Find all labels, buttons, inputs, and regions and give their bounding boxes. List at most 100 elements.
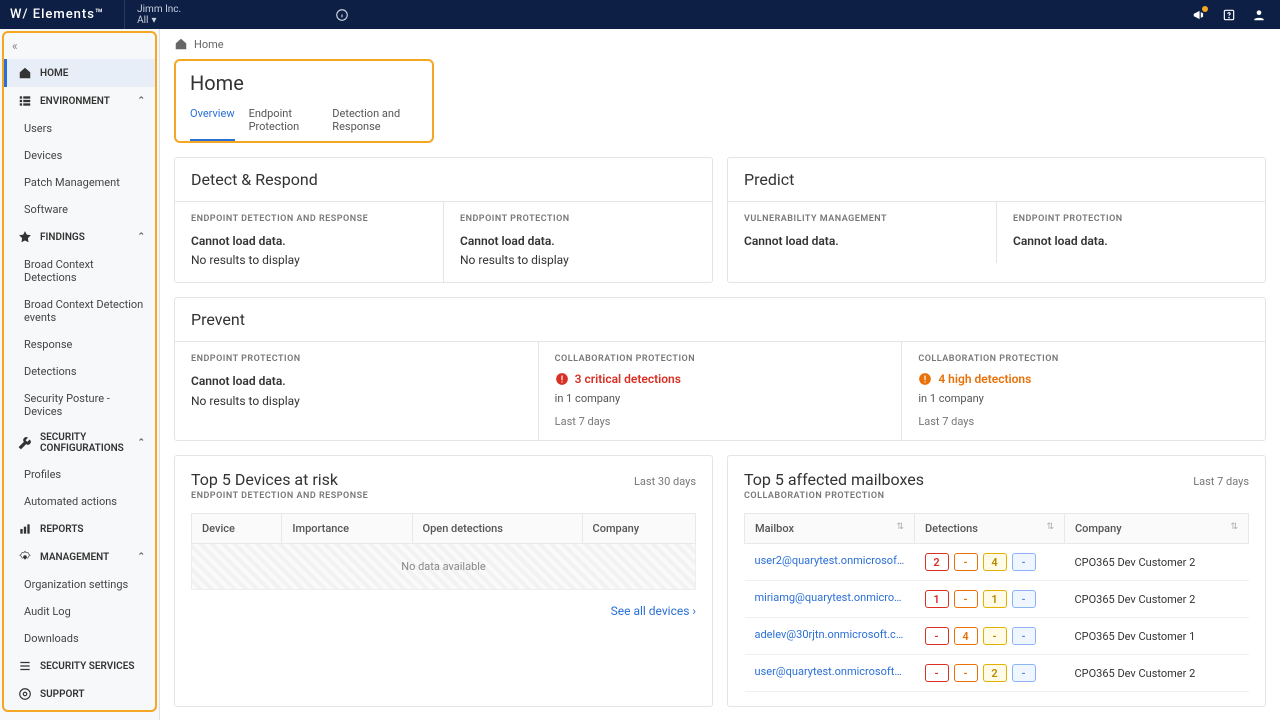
col-importance[interactable]: Importance — [282, 514, 412, 544]
sort-icon[interactable]: ⇅ — [896, 522, 904, 532]
tab-overview[interactable]: Overview — [190, 107, 235, 141]
cell-prevent-collab-high: COLLABORATION PROTECTION 4 high detectio… — [902, 342, 1265, 440]
sidebar-item-devices[interactable]: Devices — [4, 142, 155, 169]
mailbox-link[interactable]: adelev@30rjtn.onmicrosoft.com — [755, 628, 905, 641]
company-cell: CPO365 Dev Customer 2 — [1065, 655, 1249, 692]
mailbox-link[interactable]: miriamg@quarytest.onmicrosof — [755, 591, 905, 604]
gear-icon — [18, 550, 32, 564]
sidebar-section-reports[interactable]: REPORTS — [4, 515, 155, 543]
account-icon[interactable] — [1248, 4, 1270, 26]
sidebar-item-bcd[interactable]: Broad Context Detections — [4, 251, 155, 291]
sidebar-item-patch[interactable]: Patch Management — [4, 169, 155, 196]
sidebar-item-users[interactable]: Users — [4, 115, 155, 142]
page-title: Home — [190, 71, 418, 95]
org-name: Jimm Inc. — [137, 4, 181, 15]
notification-badge — [1202, 6, 1208, 12]
sidebar-collapse-button[interactable]: « — [4, 33, 155, 59]
locked-vuln-mgmt: VULNERABILITY MANAGEMENT No access — [0, 714, 159, 720]
panel-period: Last 30 days — [634, 475, 696, 488]
sidebar-item-detections[interactable]: Detections — [4, 358, 155, 385]
col-company[interactable]: Company — [582, 514, 695, 544]
sidebar-item-home[interactable]: HOME — [4, 59, 155, 87]
mailboxes-table: Mailbox⇅ Detections⇅ Company⇅ user2@quar… — [744, 513, 1249, 692]
org-selector[interactable]: Jimm Inc. All ▾ — [124, 0, 181, 29]
sidebar-item-software[interactable]: Software — [4, 196, 155, 223]
table-row: adelev@30rjtn.onmicrosoft.com -4-- CPO365 … — [745, 618, 1249, 655]
cell-ep2: ENDPOINT PROTECTION Cannot load data. — [997, 202, 1265, 263]
mailbox-link[interactable]: user2@quarytest.onmicrosoft.c — [755, 554, 905, 567]
sidebar-item-downloads[interactable]: Downloads — [4, 625, 155, 652]
severity-pill: - — [1012, 553, 1036, 571]
company-cell: CPO365 Dev Customer 1 — [1065, 618, 1249, 655]
chevron-down-icon: ▾ — [151, 15, 156, 26]
help-icon[interactable] — [1218, 4, 1240, 26]
chevron-up-icon: ⌃ — [137, 232, 145, 242]
sidebar-section-environment[interactable]: ENVIRONMENT⌃ — [4, 87, 155, 115]
see-all-devices-link[interactable]: See all devices › — [611, 604, 696, 618]
support-icon — [18, 687, 32, 701]
tabs: Overview Endpoint Protection Detection a… — [190, 107, 418, 141]
chevron-up-icon: ⌃ — [137, 96, 145, 106]
panel-title: Top 5 Devices at risk — [191, 470, 338, 489]
sidebar-item-auditlog[interactable]: Audit Log — [4, 598, 155, 625]
no-data-row: No data available — [191, 544, 696, 590]
sidebar-item-orgsettings[interactable]: Organization settings — [4, 571, 155, 598]
col-detections[interactable]: Detections⇅ — [915, 514, 1065, 544]
company-cell: CPO365 Dev Customer 2 — [1065, 544, 1249, 581]
severity-pill: 1 — [925, 590, 949, 608]
sidebar-section-services[interactable]: SECURITY SERVICES — [4, 652, 155, 680]
cell-edr: ENDPOINT DETECTION AND RESPONSE Cannot l… — [175, 202, 444, 282]
sidebar-item-profiles[interactable]: Profiles — [4, 461, 155, 488]
high-alert: 4 high detections — [918, 372, 1249, 386]
company-cell: CPO365 Dev Customer 2 — [1065, 581, 1249, 618]
alert-high-icon — [918, 372, 932, 386]
table-row: user2@quarytest.onmicrosoft.c2-4-CPO365 … — [745, 544, 1249, 581]
sidebar-item-response[interactable]: Response — [4, 331, 155, 358]
severity-pill: - — [954, 590, 978, 608]
chart-icon — [18, 522, 32, 536]
cell-prevent-ep: ENDPOINT PROTECTION Cannot load data. No… — [175, 342, 539, 440]
tab-detection-response[interactable]: Detection and Response — [332, 107, 418, 141]
devices-table: Device Importance Open detections Compan… — [191, 513, 696, 544]
info-icon[interactable] — [331, 4, 353, 26]
sort-icon[interactable]: ⇅ — [1046, 522, 1054, 532]
severity-pill: - — [983, 627, 1007, 645]
panel-top-mailboxes: Top 5 affected mailboxes Last 7 days COL… — [727, 455, 1266, 707]
severity-pill: 4 — [954, 627, 978, 645]
sidebar-section-management[interactable]: MANAGEMENT⌃ — [4, 543, 155, 571]
brand-logo: W/ Elements™ — [10, 7, 104, 22]
announcements-icon[interactable] — [1188, 4, 1210, 26]
severity-pill: - — [1012, 590, 1036, 608]
col-mailbox[interactable]: Mailbox⇅ — [745, 514, 915, 544]
severity-pill: - — [925, 664, 949, 682]
sort-icon[interactable]: ⇅ — [1230, 522, 1238, 532]
wrench-icon — [18, 436, 32, 450]
panel-title: Top 5 affected mailboxes — [744, 470, 924, 489]
sidebar-section-findings[interactable]: FINDINGS⌃ — [4, 223, 155, 251]
col-open-detections[interactable]: Open detections — [412, 514, 582, 544]
col-company[interactable]: Company⇅ — [1065, 514, 1249, 544]
sidebar-section-seccfg[interactable]: SECURITY CONFIGURATIONS⌃ — [4, 425, 155, 461]
scope-dropdown[interactable]: All ▾ — [137, 15, 181, 26]
page-header: Home Overview Endpoint Protection Detect… — [174, 59, 434, 143]
sidebar-section-support[interactable]: SUPPORT — [4, 680, 155, 708]
table-row: user@quarytest.onmicrosoft.co--2-CPO365 … — [745, 655, 1249, 692]
sidebar-item-bcd-events[interactable]: Broad Context Detection events — [4, 291, 155, 331]
col-device[interactable]: Device — [192, 514, 282, 544]
cell-prevent-collab-crit: COLLABORATION PROTECTION 3 critical dete… — [539, 342, 903, 440]
detection-pills: -4-- — [925, 627, 1055, 645]
cell-ep: ENDPOINT PROTECTION Cannot load data. No… — [444, 202, 712, 282]
sidebar-item-automated[interactable]: Automated actions — [4, 488, 155, 515]
card-predict: Predict VULNERABILITY MANAGEMENT Cannot … — [727, 157, 1266, 283]
mailbox-link[interactable]: user@quarytest.onmicrosoft.co — [755, 665, 905, 678]
sidebar-item-posture-devices[interactable]: Security Posture - Devices — [4, 385, 155, 425]
severity-pill: - — [1012, 664, 1036, 682]
home-icon — [174, 37, 188, 51]
severity-pill: - — [954, 553, 978, 571]
detection-pills: --2- — [925, 664, 1055, 682]
table-row: miriamg@quarytest.onmicrosof1-1-CPO365 D… — [745, 581, 1249, 618]
breadcrumb: Home — [160, 29, 1280, 59]
sidebar: « HOME ENVIRONMENT⌃ Users Devices Patch … — [0, 29, 160, 720]
tab-endpoint-protection[interactable]: Endpoint Protection — [249, 107, 319, 141]
topbar: W/ Elements™ Jimm Inc. All ▾ — [0, 0, 1280, 29]
